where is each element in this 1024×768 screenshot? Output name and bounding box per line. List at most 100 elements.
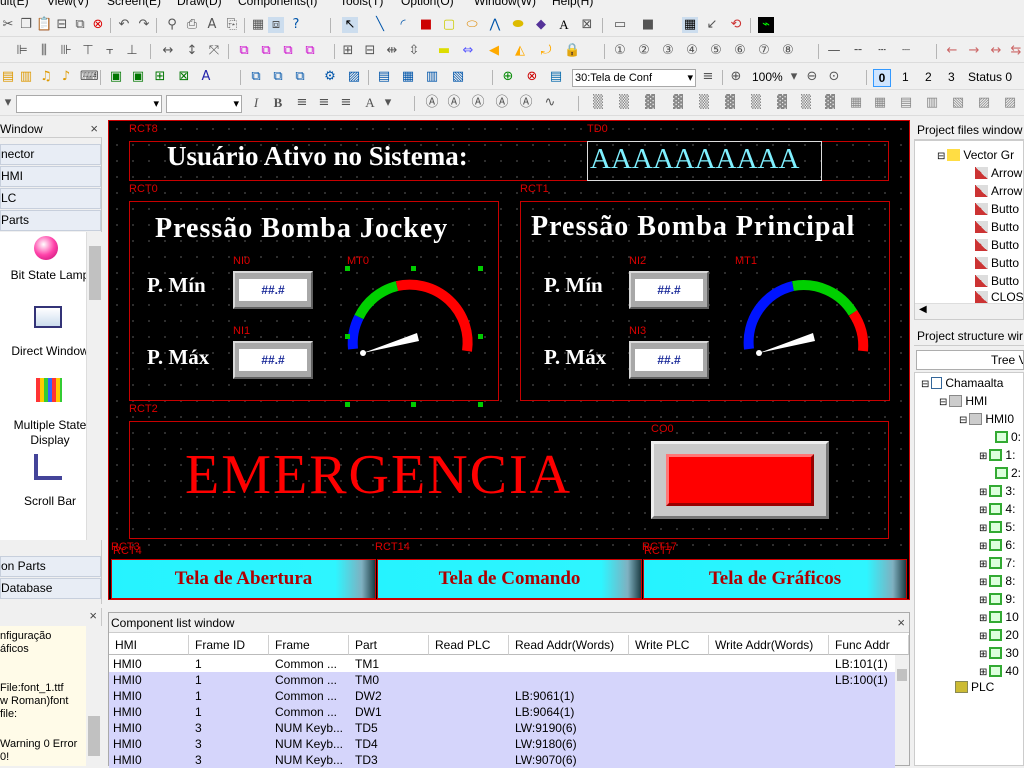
print-preview-icon[interactable]: ⎘ [224,17,240,33]
font-name-dropdown[interactable]: ▾ [16,95,162,113]
text-icon[interactable]: A [204,17,220,33]
flip-icon[interactable]: ⇔ [460,43,476,59]
music2-icon[interactable]: ♪ [58,69,74,85]
nav-tela-abertura-button[interactable]: Tela de Abertura [111,559,376,599]
tree-root[interactable]: ⊟ Chamaalta [921,375,1003,393]
category-parts[interactable]: Parts [0,210,101,231]
circle-4-icon[interactable]: ④ [684,43,700,59]
menu-help[interactable]: Help(H) [552,0,593,8]
help-icon[interactable]: ? [288,17,304,33]
close-icon[interactable]: × [897,613,905,632]
tree-frame[interactable]: ⊞ 8: [979,573,1015,591]
v-space-icon[interactable]: ⇳ [406,43,422,59]
pattern-12-icon[interactable]: ▦ [872,95,888,111]
wave-icon[interactable]: ∿ [542,95,558,111]
text-color-icon[interactable]: A [362,95,378,111]
tree-frame[interactable]: ⊞ 1: [979,447,1015,465]
bold-icon[interactable]: B [270,95,286,111]
category-hmi[interactable]: HMI [0,166,101,187]
pattern-17-icon[interactable]: ▨ [1002,95,1018,111]
ruler-icon[interactable]: ▬ [436,43,452,59]
fill-ellipse-icon[interactable]: ⬬ [510,17,526,33]
line-icon[interactable]: ╲ [372,17,388,33]
tree-frame[interactable]: ⊞ 20 [979,627,1019,645]
color-icon[interactable]: ■ [640,17,656,33]
align-text-left-icon[interactable]: ≡ [294,95,310,111]
chevron-down-icon[interactable]: ▾ [0,95,16,111]
arrow-both-end-icon[interactable]: ↔ [988,43,1004,59]
handle[interactable] [345,266,350,271]
polyline-icon[interactable]: ⋀ [487,17,503,33]
circle-6-icon[interactable]: ⑥ [732,43,748,59]
cut-icon[interactable]: ✂ [0,17,16,33]
handle[interactable] [411,402,416,407]
part-multiple-state-display[interactable]: Multiple State Display [2,418,98,448]
arrow-left-end-icon[interactable]: ← [944,43,960,59]
send-back-icon[interactable]: ⧉ [258,43,274,59]
scroll-thumb[interactable] [89,246,101,300]
table-row[interactable]: HMI0 3 NUM Keyb... TD5 LW:9190(6) [109,720,895,736]
table-row[interactable]: HMI0 1 Common ... DW1 LB:9064(1) [109,704,895,720]
pattern-5-icon[interactable]: ▒ [696,95,712,111]
camera-icon[interactable]: ⚙ [322,69,338,85]
pattern-9-icon[interactable]: ▒ [798,95,814,111]
scale-icon[interactable]: ▭ [612,17,628,33]
file-item[interactable]: Butto [975,201,1019,217]
file-item[interactable]: Butto [975,219,1019,235]
ni1-numeric-input[interactable]: ##.# [233,341,313,379]
pointer-icon[interactable]: ↖ [342,17,358,33]
screen-prop-icon[interactable]: ▤ [548,69,564,85]
menu-option[interactable]: Option(O) [401,0,454,8]
col-header-func-addr[interactable]: Func Addr [829,635,909,655]
tree-frame[interactable]: ⊞ 5: [979,519,1015,537]
table-row[interactable]: HMI0 1 Common ... TM1 LB:101(1) [109,656,895,672]
emergency-button[interactable] [651,441,829,519]
undo-icon[interactable]: ↶ [116,17,132,33]
arrow-tool-icon[interactable]: ↙ [704,17,720,33]
triangle-icon[interactable]: ◭ [512,43,528,59]
scroll-left-icon[interactable]: ◀ [919,304,927,315]
files-h-scrollbar[interactable]: ◀ [915,303,1023,319]
scroll-thumb[interactable] [897,669,907,681]
circle-1-icon[interactable]: ① [612,43,628,59]
complist-scrollbar[interactable] [895,655,909,765]
table-row[interactable]: HMI0 3 NUM Keyb... TD4 LW:9180(6) [109,736,895,752]
mt0-meter[interactable] [339,261,479,411]
part-scroll-bar[interactable]: Scroll Bar [2,494,98,508]
close-icon[interactable]: ⊗ [90,17,106,33]
image-icon[interactable]: ▨ [346,69,362,85]
pattern-7-icon[interactable]: ▒ [748,95,764,111]
chevron-down-icon[interactable]: ▾ [380,95,396,111]
line-style-1-icon[interactable]: — [826,43,842,59]
handle[interactable] [478,266,483,271]
col-header-write-addr[interactable]: Write Addr(Words) [709,635,829,655]
menu-tools[interactable]: Tools(T) [340,0,383,8]
pattern-11-icon[interactable]: ▦ [848,95,864,111]
circle-7-icon[interactable]: ⑦ [756,43,772,59]
bit-state-lamp-icon[interactable] [34,236,58,260]
pattern-2-icon[interactable]: ▒ [616,95,632,111]
state-1-button[interactable]: 1 [902,70,909,84]
col-header-read-addr[interactable]: Read Addr(Words) [509,635,629,655]
pattern-3-icon[interactable]: ▓ [642,95,658,111]
select-mode-icon[interactable]: ⧈ [268,17,284,33]
part-bit-state-lamp[interactable]: Bit State Lamp [2,268,98,282]
same-width-icon[interactable]: ↔ [160,43,176,59]
screen-editor[interactable]: RCT8 Usuário Ativo no Sistema: TD0 AAAAA… [108,120,910,600]
h-space-icon[interactable]: ⇹ [384,43,400,59]
pattern-4-icon[interactable]: ▓ [670,95,686,111]
list-icon[interactable]: ≡ [700,69,716,85]
state-0-button[interactable]: 0 [873,69,891,87]
tree-hmi0[interactable]: ⊟ HMI0 [959,411,1014,429]
menu-screen[interactable]: Screen(E) [107,0,161,8]
pattern-16-icon[interactable]: ▨ [976,95,992,111]
parts-scrollbar[interactable] [86,232,102,540]
polygon-icon[interactable]: ◆ [533,17,549,33]
word-icon[interactable]: ▥ [18,69,34,85]
align-right-icon[interactable]: ⊪ [58,43,74,59]
close-icon[interactable]: × [89,608,97,623]
arc-icon[interactable]: ◜ [395,17,411,33]
file-item[interactable]: Butto [975,255,1019,271]
forward-icon[interactable]: ⧉ [280,43,296,59]
tool-g-icon[interactable]: ▧ [450,69,466,85]
